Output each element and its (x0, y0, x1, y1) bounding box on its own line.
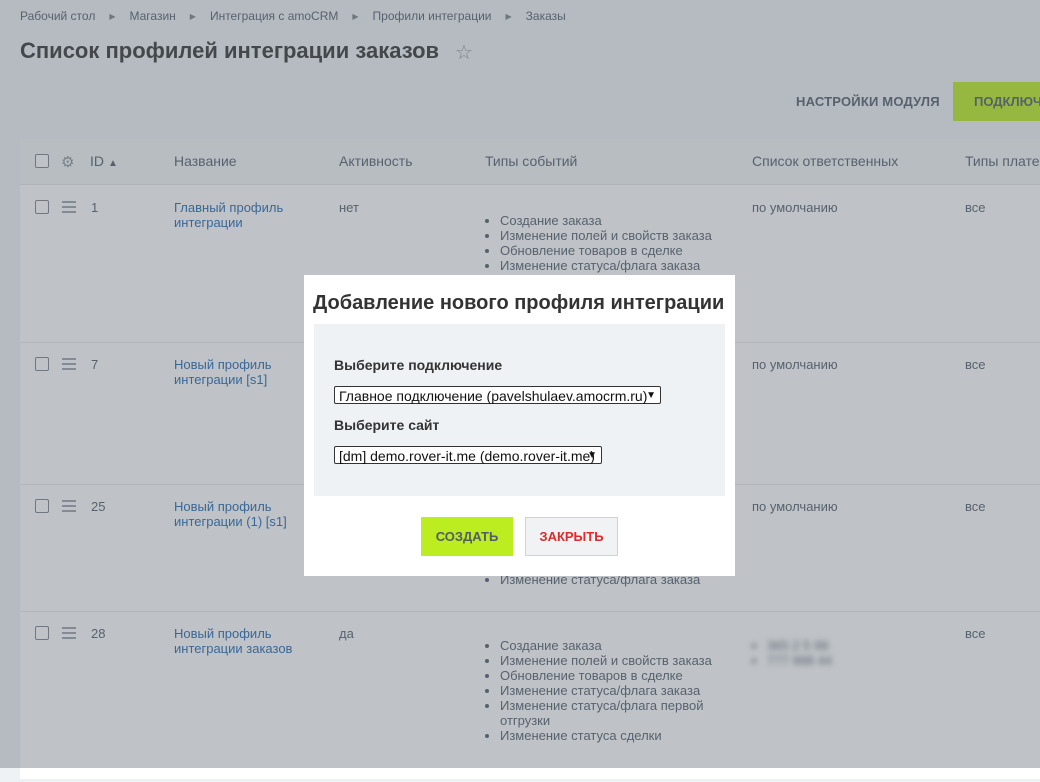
site-select[interactable]: [dm] demo.rover-it.me (demo.rover-it.me)… (334, 446, 602, 464)
create-button[interactable]: СОЗДАТЬ (421, 517, 513, 556)
dialog-title: Добавление нового профиля интеграции (313, 292, 725, 314)
close-button[interactable]: ЗАКРЫТЬ (525, 517, 618, 556)
chevron-down-icon: ▼ (646, 390, 656, 401)
site-label: Выберите сайт (334, 417, 440, 433)
connection-select[interactable]: Главное подключение (pavelshulaev.amocrm… (334, 386, 661, 404)
site-select-value: [dm] demo.rover-it.me (demo.rover-it.me) (339, 448, 595, 464)
add-profile-dialog: Добавление нового профиля интеграции Выб… (304, 275, 735, 576)
dialog-body: Выберите подключение Главное подключение… (314, 324, 725, 496)
connection-select-value: Главное подключение (pavelshulaev.amocrm… (339, 388, 648, 404)
connection-label: Выберите подключение (334, 357, 503, 373)
chevron-down-icon: ▼ (587, 450, 597, 461)
